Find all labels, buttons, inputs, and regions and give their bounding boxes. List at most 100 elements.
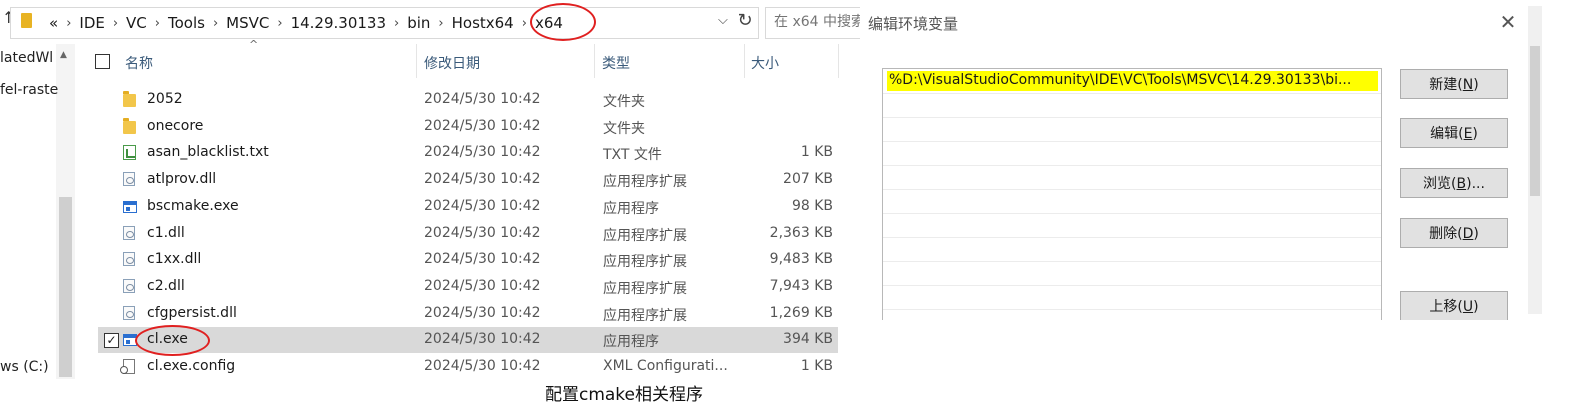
edit-button[interactable]: 编辑(E) — [1400, 118, 1508, 148]
file-row[interactable]: asan_blacklist.txt 2024/5/30 10:42 TXT 文件 1… — [98, 140, 838, 166]
env-var-entry[interactable] — [883, 309, 1381, 320]
breadcrumb-item[interactable]: MSVC — [221, 14, 274, 32]
env-var-list[interactable]: %D:\VisualStudioCommunity\IDE\VC\Tools\M… — [882, 68, 1382, 320]
scroll-up-icon[interactable]: ▲ — [60, 50, 67, 60]
exe-file-icon — [123, 334, 137, 347]
column-header-name[interactable]: 名称 — [125, 53, 153, 73]
breadcrumb-item[interactable]: IDE — [74, 14, 109, 32]
chevron-right-icon[interactable]: › — [152, 16, 163, 31]
scrollbar[interactable] — [1528, 6, 1542, 314]
file-type: 文件夹 — [603, 94, 645, 110]
chevron-right-icon[interactable]: › — [110, 16, 121, 31]
file-size: 1 KB — [800, 358, 833, 374]
breadcrumb-item[interactable]: bin — [402, 14, 435, 32]
file-row[interactable]: onecore 2024/5/30 10:42 文件夹 — [98, 114, 838, 140]
env-var-entry[interactable] — [883, 165, 1381, 190]
file-name: atlprov.dll — [147, 171, 217, 188]
file-size: 394 KB — [783, 331, 833, 348]
file-row[interactable]: atlprov.dll 2024/5/30 10:42 应用程序扩展 207 KB — [98, 167, 838, 193]
file-type: 应用程序扩展 — [603, 280, 687, 297]
new-button[interactable]: 新建(N) — [1400, 69, 1508, 99]
file-date: 2024/5/30 10:42 — [424, 91, 541, 107]
nav-item[interactable]: fel-raste — [0, 82, 58, 98]
file-date: 2024/5/30 10:42 — [424, 277, 541, 294]
delete-button[interactable]: 删除(D) — [1400, 218, 1508, 248]
column-divider[interactable] — [416, 44, 417, 78]
file-name: 2052 — [147, 91, 183, 107]
text-file-icon — [123, 145, 136, 161]
nav-item[interactable]: ws (C:) — [0, 359, 49, 375]
file-row[interactable]: ✓ cl.exe 2024/5/30 10:42 应用程序 394 KB — [98, 327, 838, 354]
nav-scrollbar-thumb[interactable] — [59, 197, 72, 377]
chevron-down-icon[interactable]: ⌵ — [718, 13, 728, 28]
dialog-title: 编辑环境变量 — [868, 15, 959, 33]
file-name: c1.dll — [147, 224, 185, 241]
dll-file-icon — [123, 305, 135, 320]
env-var-text: %D:\VisualStudioCommunity\IDE\VC\Tools\M… — [889, 72, 1352, 88]
file-size: 98 KB — [791, 197, 833, 214]
env-var-entry[interactable] — [883, 117, 1381, 142]
column-divider[interactable] — [744, 44, 745, 78]
breadcrumb-item[interactable]: x64 — [530, 14, 568, 32]
button-label: 新建 — [1429, 77, 1458, 93]
background-window-edge — [1528, 0, 1584, 320]
env-var-entry[interactable] — [883, 237, 1381, 262]
folder-icon — [21, 13, 32, 28]
env-var-entry[interactable] — [883, 285, 1381, 310]
breadcrumb-item[interactable]: Tools — [163, 14, 210, 32]
chevron-right-icon[interactable]: › — [274, 16, 285, 31]
dll-file-icon — [123, 278, 135, 293]
select-all-checkbox[interactable] — [95, 54, 110, 69]
breadcrumb-item[interactable]: « — [44, 14, 63, 32]
file-row[interactable]: cfgpersist.dll 2024/5/30 10:42 应用程序扩展 1,269… — [98, 301, 838, 327]
search-input[interactable] — [766, 8, 862, 36]
file-type: 应用程序扩展 — [603, 174, 687, 191]
column-header-date[interactable]: 修改日期 — [424, 53, 480, 73]
refresh-icon[interactable]: ↻ — [734, 10, 756, 31]
file-date: 2024/5/30 10:42 — [424, 224, 541, 241]
file-date: 2024/5/30 10:42 — [424, 251, 541, 268]
close-icon[interactable]: ✕ — [1496, 10, 1520, 34]
scrollbar-thumb[interactable] — [1530, 46, 1540, 196]
nav-item[interactable]: latedWl — [0, 50, 53, 66]
column-header-type[interactable]: 类型 — [602, 53, 630, 73]
file-date: 2024/5/30 10:42 — [424, 171, 541, 188]
file-name: c1xx.dll — [147, 251, 202, 268]
file-row[interactable]: 2052 2024/5/30 10:42 文件夹 — [98, 87, 838, 113]
nav-scrollbar[interactable]: ▲ — [56, 44, 75, 379]
file-row[interactable]: c2.dll 2024/5/30 10:42 应用程序扩展 7,943 KB — [98, 274, 838, 300]
env-var-entry[interactable]: %D:\VisualStudioCommunity\IDE\VC\Tools\M… — [883, 69, 1381, 94]
chevron-right-icon[interactable]: › — [63, 16, 74, 31]
button-suffix: ... — [1471, 176, 1485, 192]
file-row[interactable]: bscmake.exe 2024/5/30 10:42 应用程序 98 KB — [98, 194, 838, 220]
exe-file-icon — [123, 200, 137, 213]
file-row[interactable]: c1xx.dll 2024/5/30 10:42 应用程序扩展 9,483 KB — [98, 247, 838, 273]
breadcrumb-item[interactable]: VC — [121, 14, 152, 32]
env-var-entry[interactable] — [883, 93, 1381, 118]
chevron-right-icon[interactable]: › — [519, 16, 530, 31]
browse-button[interactable]: 浏览(B)... — [1400, 168, 1508, 198]
move-up-button[interactable]: 上移(U) — [1400, 291, 1508, 320]
env-var-entry[interactable] — [883, 189, 1381, 214]
env-var-entry[interactable] — [883, 213, 1381, 238]
breadcrumb-item[interactable]: 14.29.30133 — [286, 14, 391, 32]
folder-icon — [123, 91, 136, 107]
chevron-right-icon[interactable]: › — [210, 16, 221, 31]
accelerator-key: D — [1462, 226, 1474, 242]
breadcrumb-item[interactable]: Hostx64 — [447, 14, 519, 32]
file-date: 2024/5/30 10:42 — [424, 304, 541, 321]
chevron-right-icon[interactable]: › — [391, 16, 402, 31]
column-header-row: ^ 名称 修改日期 类型 大小 — [86, 38, 862, 78]
column-header-size[interactable]: 大小 — [751, 53, 779, 73]
column-divider[interactable] — [838, 44, 839, 78]
file-size: 9,483 KB — [769, 251, 833, 268]
env-var-entry[interactable] — [883, 141, 1381, 166]
chevron-right-icon[interactable]: › — [435, 16, 446, 31]
file-row[interactable]: cl.exe.config 2024/5/30 10:42 XML Configur… — [98, 354, 838, 380]
file-row[interactable]: c1.dll 2024/5/30 10:42 应用程序扩展 2,363 KB — [98, 221, 838, 247]
row-checkbox[interactable]: ✓ — [104, 333, 119, 349]
search-box[interactable] — [765, 7, 862, 39]
env-var-entry[interactable] — [883, 261, 1381, 286]
column-divider[interactable] — [594, 44, 595, 78]
file-name: onecore — [147, 117, 204, 134]
